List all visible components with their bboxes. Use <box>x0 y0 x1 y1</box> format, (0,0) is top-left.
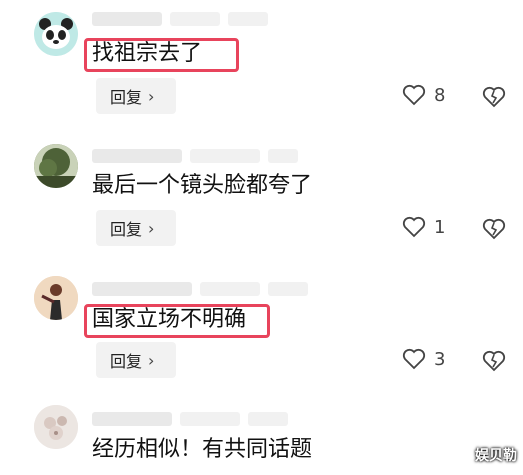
avatar[interactable] <box>34 405 78 449</box>
chevron-right-icon: › <box>148 86 155 106</box>
comment-text: 经历相似！有共同话题 <box>92 437 313 462</box>
dislike-button[interactable] <box>482 218 506 244</box>
avatar[interactable] <box>34 12 78 56</box>
like-count: 8 <box>434 84 446 106</box>
reply-label: 回复 <box>110 88 143 107</box>
reply-button[interactable]: 回复 › <box>96 342 176 378</box>
heart-icon <box>402 348 426 370</box>
broken-heart-icon <box>482 350 506 372</box>
username-blurred <box>92 8 276 26</box>
username-blurred <box>92 408 296 426</box>
username-blurred <box>92 145 306 163</box>
comment-text: 国家立场不明确 <box>92 307 247 332</box>
reply-label: 回复 <box>110 220 143 239</box>
chevron-right-icon: › <box>148 350 155 370</box>
like-count: 3 <box>434 348 446 370</box>
dislike-button[interactable] <box>482 350 506 376</box>
tree-icon <box>34 144 78 188</box>
heart-icon <box>402 84 426 106</box>
comment-text: 找祖宗去了 <box>92 41 203 66</box>
heart-icon <box>402 216 426 238</box>
username-blurred <box>92 278 316 296</box>
avatar[interactable] <box>34 144 78 188</box>
broken-heart-icon <box>482 218 506 240</box>
watermark: 娱贝勒 <box>475 448 517 464</box>
panda-icon <box>34 12 78 56</box>
like-button[interactable]: 3 <box>402 348 445 370</box>
chevron-right-icon: › <box>148 218 155 238</box>
figure-icon <box>34 276 78 320</box>
like-button[interactable]: 1 <box>402 216 445 238</box>
reply-button[interactable]: 回复 › <box>96 210 176 246</box>
flower-icon <box>34 405 78 449</box>
dislike-button[interactable] <box>482 86 506 112</box>
like-button[interactable]: 8 <box>402 84 445 106</box>
avatar[interactable] <box>34 276 78 320</box>
reply-button[interactable]: 回复 › <box>96 78 176 114</box>
comment-text: 最后一个镜头脸都夸了 <box>92 173 313 198</box>
like-count: 1 <box>434 216 446 238</box>
broken-heart-icon <box>482 86 506 108</box>
reply-label: 回复 <box>110 352 143 371</box>
